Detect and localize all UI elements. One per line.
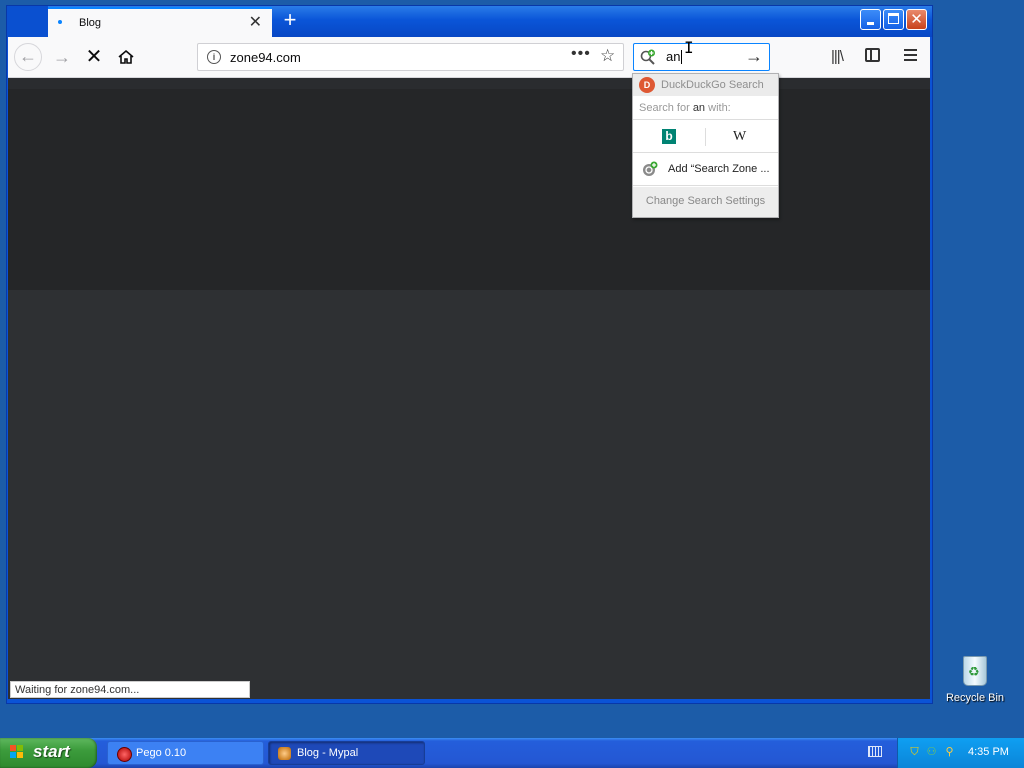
- recycle-bin-label: Recycle Bin: [945, 692, 1005, 704]
- divider: [633, 119, 778, 120]
- maximize-button[interactable]: [883, 9, 904, 30]
- add-search-engine-label: Add “Search Zone ...: [668, 163, 770, 175]
- keyboard-language-icon[interactable]: [868, 746, 882, 757]
- taskbar-item-blog-mypal[interactable]: Blog - Mypal: [268, 741, 425, 765]
- page-header-strip: [8, 78, 930, 89]
- network-icon[interactable]: ⚇: [925, 746, 938, 759]
- search-bar[interactable]: an →: [633, 43, 770, 71]
- system-tray: ⛉ ⚇ ⚲ 4:35 PM: [897, 738, 1024, 768]
- search-tray-icon[interactable]: ⚲: [943, 746, 956, 759]
- recycle-bin-icon: ♻: [963, 656, 987, 686]
- page-content: Waiting for zone94.com...: [8, 78, 930, 699]
- divider: [633, 152, 778, 153]
- text-cursor-icon: I: [684, 38, 694, 57]
- add-search-engine-icon: [643, 161, 658, 176]
- tab-strip-spacer: [7, 6, 48, 37]
- url-bar[interactable]: i zone94.com ••• ☆: [197, 43, 624, 71]
- tab-blog[interactable]: Blog ✕: [48, 7, 272, 37]
- browser-window: Blog ✕ + ✕ ← → ✕ i zone94.com ••• ☆ an →…: [6, 5, 933, 704]
- home-icon: [118, 49, 134, 64]
- minimize-icon: [867, 22, 874, 25]
- add-search-engine-item[interactable]: Add “Search Zone ...: [633, 154, 778, 184]
- bookmark-star-icon[interactable]: ☆: [600, 46, 615, 66]
- stop-loading-button[interactable]: ✕: [80, 43, 108, 71]
- forward-button[interactable]: →: [48, 43, 76, 71]
- sidebar-toggle-icon[interactable]: [865, 48, 880, 62]
- site-info-icon[interactable]: i: [207, 50, 221, 64]
- taskbar-item-label: Pego 0.10: [136, 747, 187, 759]
- start-button[interactable]: start: [0, 738, 97, 768]
- search-for-suffix: with:: [708, 102, 731, 114]
- clock: 4:35 PM: [968, 746, 1009, 758]
- search-for-prefix: Search for: [639, 102, 690, 114]
- taskbar: start Pego 0.10 Blog - Mypal ⛉ ⚇ ⚲ 4:35 …: [0, 738, 1024, 768]
- loading-indicator-icon: [58, 20, 62, 24]
- divider: [633, 185, 778, 186]
- search-for-label: Search for an with:: [639, 102, 731, 114]
- new-tab-button[interactable]: +: [278, 9, 302, 33]
- search-engine-name: DuckDuckGo Search: [661, 79, 764, 91]
- search-engine-icon[interactable]: [640, 49, 656, 65]
- close-icon: ✕: [910, 11, 923, 28]
- change-search-settings-button[interactable]: Change Search Settings: [633, 187, 778, 217]
- search-go-icon[interactable]: →: [745, 46, 763, 67]
- taskbar-item-label: Blog - Mypal: [297, 747, 359, 759]
- page-hero-band: [8, 89, 930, 290]
- home-button[interactable]: [112, 43, 140, 71]
- status-bar: Waiting for zone94.com...: [10, 681, 250, 698]
- maximize-icon: [888, 13, 899, 24]
- search-input[interactable]: an: [666, 50, 683, 64]
- wikipedia-engine-button[interactable]: W: [733, 129, 746, 145]
- recycle-bin[interactable]: ♻ Recycle Bin: [940, 656, 1010, 704]
- divider: [705, 128, 706, 146]
- bing-engine-button[interactable]: b: [662, 129, 676, 144]
- title-bar[interactable]: Blog ✕ + ✕: [7, 6, 932, 37]
- minimize-button[interactable]: [860, 9, 881, 30]
- windows-logo-icon: [10, 745, 25, 760]
- navigation-toolbar: ← → ✕ i zone94.com ••• ☆ an → |||\: [8, 37, 930, 78]
- tab-title: Blog: [79, 17, 102, 29]
- page-actions-icon[interactable]: •••: [571, 45, 591, 63]
- mypal-browser-icon: [278, 747, 291, 760]
- pego-app-icon: [117, 747, 132, 762]
- security-shield-icon[interactable]: ⛉: [908, 746, 921, 759]
- search-for-query: an: [692, 102, 706, 114]
- url-text[interactable]: zone94.com: [230, 50, 301, 65]
- search-suggestions-popup: D DuckDuckGo Search Search for an with: …: [632, 73, 779, 218]
- search-engine-header: D DuckDuckGo Search: [633, 74, 778, 96]
- hamburger-menu-icon[interactable]: [904, 49, 917, 64]
- tab-close-icon[interactable]: ✕: [249, 14, 262, 32]
- library-icon[interactable]: |||\: [831, 48, 844, 65]
- taskbar-item-pego[interactable]: Pego 0.10: [107, 741, 264, 765]
- back-button[interactable]: ←: [14, 43, 42, 71]
- start-label: start: [33, 742, 70, 761]
- close-window-button[interactable]: ✕: [906, 9, 927, 30]
- duckduckgo-icon: D: [639, 77, 655, 93]
